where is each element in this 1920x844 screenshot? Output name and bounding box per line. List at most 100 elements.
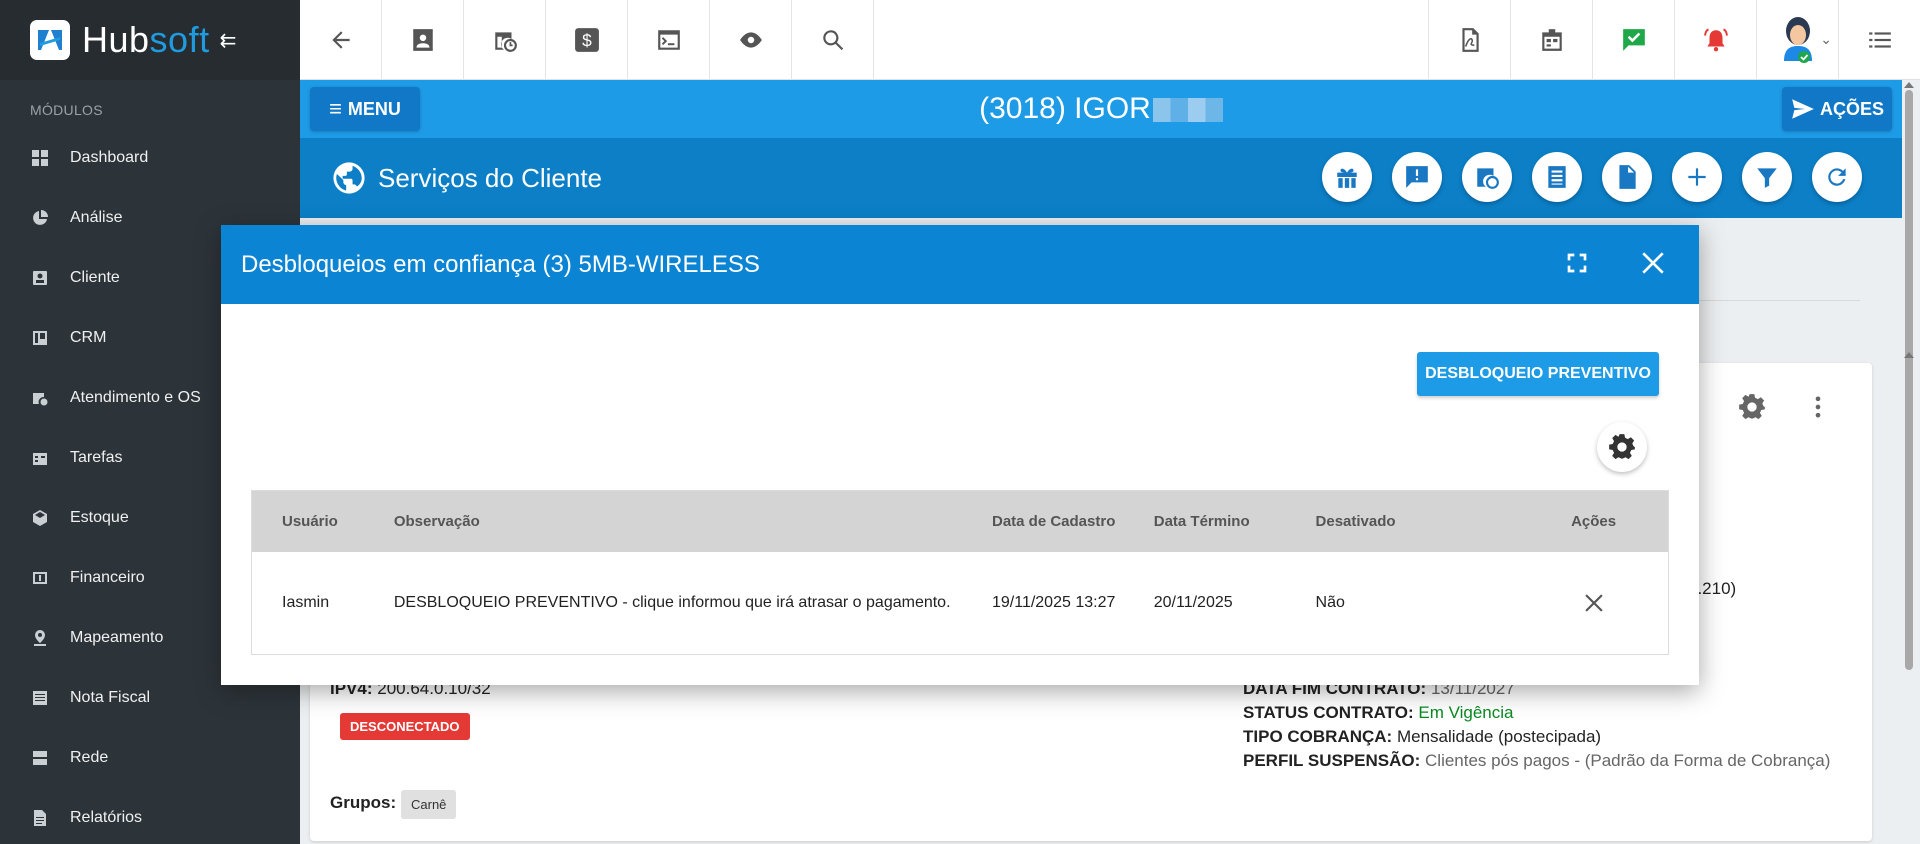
- pdf-button[interactable]: [1428, 0, 1510, 80]
- chevron-down-icon: ⌄: [1820, 31, 1832, 47]
- close-icon[interactable]: [1637, 247, 1669, 279]
- billing-type-field: TIPO COBRANÇA: Mensalidade (postecipada): [1243, 727, 1601, 747]
- page-scrollbar[interactable]: [1904, 82, 1914, 842]
- list-menu-button[interactable]: [1838, 0, 1920, 80]
- cell-data-termino: 20/11/2025: [1153, 594, 1233, 611]
- sidebar-item-label: Estoque: [70, 509, 129, 526]
- alert-message-button[interactable]: [1392, 152, 1442, 202]
- column-header-data-cadastro[interactable]: Data de Cadastro: [992, 513, 1154, 530]
- calendar-clock-icon: [33, 393, 48, 406]
- gear-icon[interactable]: [1738, 393, 1766, 421]
- gift-button[interactable]: [1322, 152, 1372, 202]
- client-card-button[interactable]: [382, 0, 464, 80]
- toolbar-right-group: ⌄: [1428, 0, 1920, 80]
- eye-icon: [739, 32, 762, 48]
- send-icon: [1792, 99, 1814, 119]
- column-header-usuario[interactable]: Usuário: [252, 513, 394, 530]
- user-avatar-button[interactable]: ⌄: [1756, 0, 1838, 80]
- filter-button[interactable]: [1742, 152, 1792, 202]
- cell-usuario: Iasmin: [282, 594, 330, 611]
- sidebar-item-relatorios[interactable]: Relatórios: [0, 788, 300, 844]
- contract-status-value: Em Vigência: [1418, 703, 1514, 722]
- details-list-button[interactable]: [1532, 152, 1582, 202]
- schedule-button[interactable]: [464, 0, 546, 80]
- column-header-observacao[interactable]: Observação: [394, 513, 992, 530]
- alarm-button[interactable]: [1674, 0, 1756, 80]
- suspension-label: PERFIL SUSPENSÃO:: [1243, 751, 1421, 770]
- alarm-bell-icon: [1703, 28, 1728, 52]
- money-icon: [33, 572, 47, 584]
- gear-icon: [1609, 434, 1635, 460]
- actions-button[interactable]: AÇÕES: [1782, 87, 1892, 131]
- scroll-thumb[interactable]: [1905, 90, 1913, 670]
- search-button[interactable]: [792, 0, 874, 80]
- contract-status-label: STATUS CONTRATO:: [1243, 703, 1414, 722]
- tasks-icon: [1541, 29, 1562, 51]
- client-header: ≡ MENU (3018) IGOR AÇÕES: [300, 80, 1902, 138]
- tasks-button[interactable]: [1510, 0, 1592, 80]
- terminal-button[interactable]: [628, 0, 710, 80]
- delete-x-icon[interactable]: [1581, 590, 1607, 616]
- contact-card-icon: [33, 271, 47, 285]
- list-doc-icon: [1548, 166, 1566, 188]
- box-icon: [33, 510, 47, 526]
- sidebar-item-label: Cliente: [70, 269, 120, 286]
- modal-title: Desbloqueios em confiança (3) 5MB-WIRELE…: [241, 250, 760, 278]
- chat-alert-icon: [1406, 166, 1428, 188]
- collapse-sidebar-icon[interactable]: ⇇: [220, 28, 237, 53]
- trust-unblock-modal: Desbloqueios em confiança (3) 5MB-WIRELE…: [221, 225, 1699, 685]
- menu-button[interactable]: ≡ MENU: [310, 87, 420, 131]
- client-name: (3018) IGOR: [300, 92, 1902, 126]
- chat-check-icon: [1622, 29, 1645, 51]
- scroll-up-icon[interactable]: [1904, 82, 1914, 88]
- sidebar-item-rede[interactable]: Rede: [0, 728, 300, 788]
- approvals-button[interactable]: [1592, 0, 1674, 80]
- refresh-button[interactable]: [1812, 152, 1862, 202]
- hubsoft-logo-icon: [30, 20, 70, 60]
- logo[interactable]: Hubsoft ⇇: [0, 0, 300, 80]
- dashboard-icon: [32, 150, 48, 166]
- back-button[interactable]: [300, 0, 382, 80]
- sidebar-item-label: Financeiro: [70, 569, 145, 586]
- finance-button[interactable]: $: [546, 0, 628, 80]
- table-header: Usuário Observação Data de Cadastro Data…: [252, 491, 1668, 552]
- table-settings-button[interactable]: [1597, 422, 1647, 472]
- list-icon: [1868, 32, 1891, 48]
- billing-type-label: TIPO COBRANÇA:: [1243, 727, 1393, 746]
- refresh-icon: [1828, 168, 1846, 186]
- schedule-service-button[interactable]: [1462, 152, 1512, 202]
- server-icon: [33, 751, 47, 765]
- kanban-icon: [33, 331, 47, 345]
- billing-type-value: Mensalidade (postecipada): [1396, 727, 1602, 746]
- fullscreen-icon[interactable]: [1561, 247, 1593, 279]
- pie-chart-icon: [33, 210, 48, 225]
- sidebar-item-label: Mapeamento: [70, 629, 164, 646]
- column-header-desativado[interactable]: Desativado: [1316, 513, 1520, 530]
- preventive-unblock-button[interactable]: DESBLOQUEIO PREVENTIVO: [1417, 352, 1659, 396]
- logo-text: Hubsoft: [82, 19, 210, 60]
- column-header-data-termino[interactable]: Data Término: [1154, 513, 1316, 530]
- sidebar-item-label: Dashboard: [70, 149, 149, 166]
- top-toolbar: $ ⌄: [300, 0, 1920, 80]
- scroll-up-icon-secondary[interactable]: [1904, 352, 1914, 358]
- sidebar-item-label: Rede: [70, 749, 109, 766]
- redacted-name-block: [1152, 98, 1223, 123]
- services-header: Serviços do Cliente: [300, 138, 1902, 218]
- modal-header: Desbloqueios em confiança (3) 5MB-WIRELE…: [221, 225, 1699, 304]
- services-title: Serviços do Cliente: [378, 162, 602, 193]
- service-actions: [1322, 152, 1862, 202]
- group-chip[interactable]: Carnê: [401, 790, 457, 819]
- calendar-clock-icon: [1477, 168, 1499, 189]
- file-icon: [1619, 165, 1636, 189]
- modules-label: MÓDULOS: [30, 102, 103, 118]
- hamburger-icon: ≡: [329, 96, 342, 121]
- document-button[interactable]: [1602, 152, 1652, 202]
- view-button[interactable]: [710, 0, 792, 80]
- modal-header-actions: [1561, 247, 1669, 279]
- report-icon: [34, 810, 46, 826]
- dollar-icon: $: [574, 28, 599, 52]
- sidebar-item-dashboard[interactable]: Dashboard: [0, 128, 300, 188]
- more-vertical-icon[interactable]: [1804, 393, 1832, 421]
- add-service-button[interactable]: [1672, 152, 1722, 202]
- cell-desativado: Não: [1315, 594, 1345, 611]
